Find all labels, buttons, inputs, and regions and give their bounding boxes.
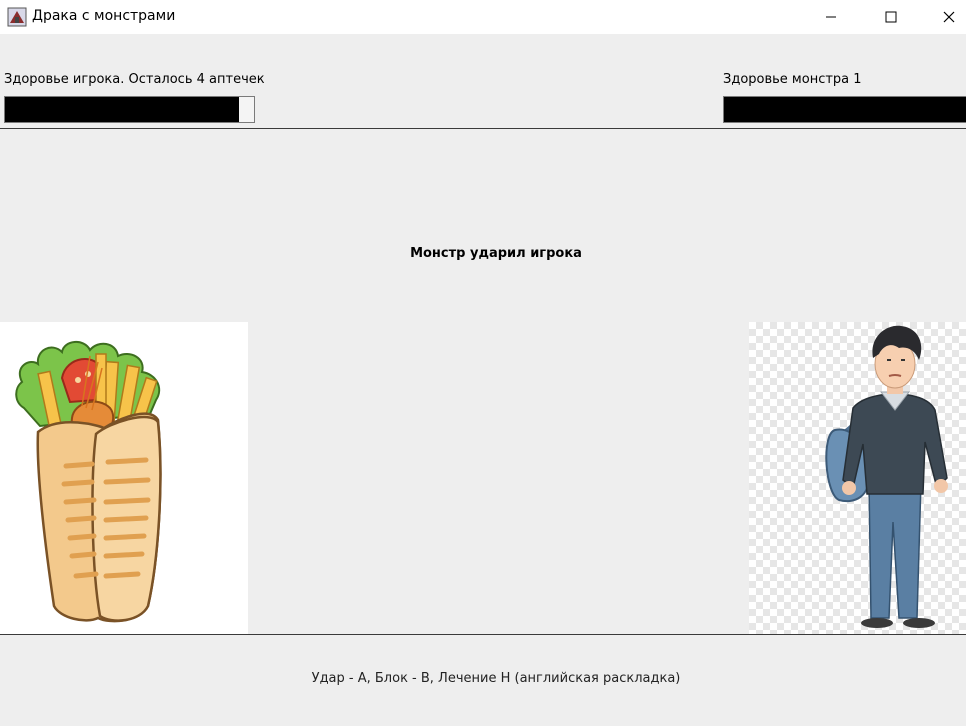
status-message: Монстр ударил игрока xyxy=(410,246,582,261)
monster-panel xyxy=(0,322,248,634)
title-bar[interactable]: Драка с монстрами xyxy=(0,0,966,34)
monster-health-fill xyxy=(724,97,966,122)
player-panel xyxy=(749,322,966,634)
player-health-label: Здоровье игрока. Осталось 4 аптечек xyxy=(4,72,265,87)
minimize-icon xyxy=(826,16,836,18)
player-health-bar xyxy=(4,96,255,123)
minimize-button[interactable] xyxy=(808,0,854,34)
close-button[interactable] xyxy=(926,0,966,34)
bottom-divider xyxy=(0,634,966,635)
top-divider xyxy=(0,128,966,129)
monster-health-label: Здоровье монстра 1 xyxy=(723,72,862,87)
player-health-fill xyxy=(5,97,240,122)
monster-health-bar xyxy=(723,96,966,123)
shawarma-monster-image xyxy=(15,341,162,623)
game-icon xyxy=(7,7,27,27)
maximize-icon xyxy=(885,11,897,23)
close-icon xyxy=(943,11,955,23)
controls-hint: Удар - A, Блок - B, Лечение H (английска… xyxy=(311,671,681,686)
window-title: Драка с монстрами xyxy=(32,8,176,24)
maximize-button[interactable] xyxy=(868,0,914,34)
player-character-image xyxy=(825,325,948,628)
